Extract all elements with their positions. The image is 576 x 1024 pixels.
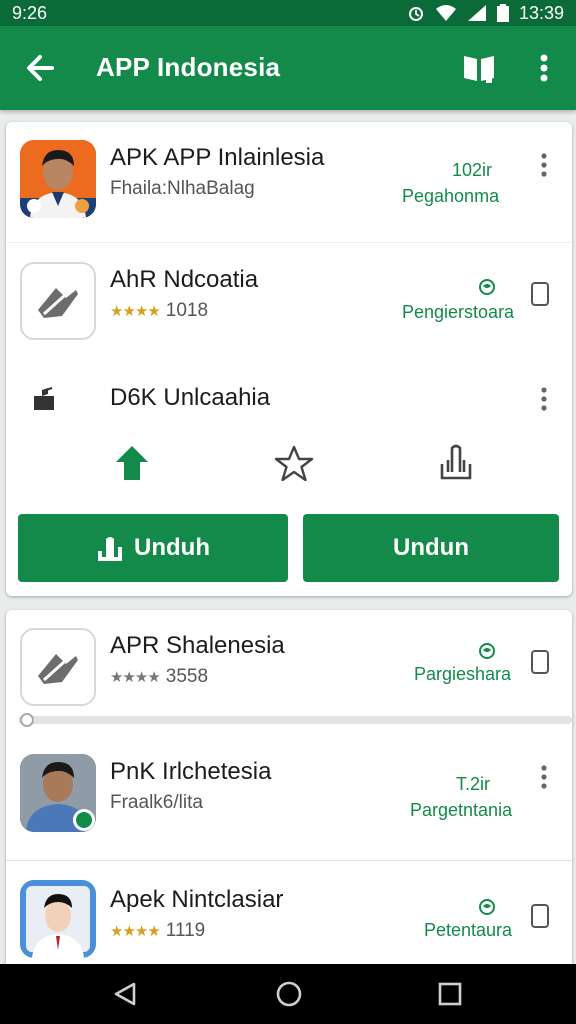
app-name: D6K Unlcaahia — [110, 384, 271, 411]
app-icon-person — [20, 140, 96, 218]
folder-upload-icon — [34, 387, 54, 410]
more-vert-icon[interactable] — [532, 50, 556, 86]
list-item[interactable]: AhR Ndcoatia ★★★★ 1018 Pengierstoara — [6, 242, 572, 352]
app-list-card-2: APR Shalenesia ★★★★ 3558 Pargieshara PnK … — [6, 610, 572, 970]
app-bar: APP Indonesia — [0, 26, 576, 110]
list-item[interactable]: APK APP Inlainlesia Fhaila:NlhaBalag 102… — [6, 122, 572, 232]
app-name: APK APP Inlainlesia — [110, 144, 325, 171]
select-checkbox[interactable] — [531, 904, 549, 928]
more-vert-icon[interactable] — [539, 152, 549, 178]
recents-nav-icon[interactable] — [438, 982, 462, 1006]
alarm-icon — [408, 7, 423, 21]
thumb-icon — [38, 654, 78, 684]
home-nav-icon[interactable] — [275, 980, 303, 1008]
rating-stars: ★★★★ — [110, 669, 161, 686]
download-button-left[interactable]: Unduh — [18, 514, 288, 582]
list-item-expanded[interactable]: D6K Unlcaahia — [6, 362, 572, 522]
app-name: APR Shalenesia — [110, 632, 285, 659]
thumb-icon — [38, 288, 78, 318]
select-checkbox[interactable] — [531, 650, 549, 674]
app-subtitle: Fhaila:NlhaBalag — [110, 178, 255, 199]
battery-icon — [496, 4, 509, 22]
app-rating: ★★★★ 1018 — [110, 300, 208, 322]
upload-arrow-icon[interactable] — [114, 442, 150, 482]
app-status-label: Pargieshara — [414, 664, 512, 684]
app-status-label: Petentaura — [424, 920, 513, 940]
download-progress-knob[interactable] — [20, 713, 34, 727]
status-bar: 9:26 13:39 — [0, 0, 576, 26]
status-icons: 13:39 — [407, 3, 564, 24]
download-button-label: Unduh — [134, 534, 210, 561]
download-button-right[interactable]: Undun — [303, 514, 559, 582]
globe-icon — [479, 899, 495, 915]
app-icon-generic — [20, 262, 96, 340]
rating-count: 1018 — [165, 300, 209, 321]
app-icon-generic — [20, 628, 96, 706]
app-status-label: Pegahonma — [402, 186, 500, 206]
app-icon-person — [20, 754, 96, 832]
rating-stars: ★★★★ — [110, 303, 161, 320]
list-item[interactable]: Apek Nintclasiar ★★★★ 1119 Petentaura — [6, 860, 572, 970]
list-item[interactable]: APR Shalenesia ★★★★ 3558 Pargieshara — [6, 610, 572, 710]
page-title: APP Indonesia — [96, 52, 281, 82]
rating-count: 3558 — [165, 666, 209, 687]
app-status-label: Pargetntania — [410, 800, 513, 820]
signal-icon — [467, 5, 486, 21]
app-name: PnK Irlchetesia — [110, 758, 272, 785]
app-rating: ★★★★ 1119 — [110, 920, 205, 942]
download-progress-track — [18, 716, 572, 724]
app-name: Apek Nintclasiar — [110, 886, 284, 913]
arrow-left-icon[interactable] — [22, 50, 58, 86]
hand-download-icon — [98, 537, 122, 561]
system-nav-bar — [0, 964, 576, 1024]
app-rating: ★★★★ 3558 — [110, 666, 208, 688]
select-checkbox[interactable] — [531, 282, 549, 306]
more-vert-icon[interactable] — [539, 386, 549, 412]
status-time-left: 9:26 — [12, 2, 48, 23]
status-time-right: 13:39 — [518, 2, 564, 23]
app-status-label: Pengierstoara — [402, 302, 515, 322]
download-button-label: Undun — [393, 534, 469, 561]
book-icon[interactable] — [462, 51, 496, 85]
globe-icon — [479, 279, 495, 295]
person-avatar-icon — [20, 754, 96, 832]
star-outline-icon[interactable] — [274, 444, 314, 482]
person-avatar-icon — [20, 140, 96, 218]
app-icon-person — [20, 880, 96, 958]
rating-count: 1119 — [165, 920, 206, 941]
list-item[interactable]: PnK Irlchetesia Fraalk6/lita T.2ir Parge… — [6, 740, 572, 860]
rating-stars: ★★★★ — [110, 923, 161, 940]
wifi-icon — [435, 5, 456, 21]
person-avatar-icon — [20, 880, 96, 958]
globe-icon — [479, 643, 495, 659]
app-name: AhR Ndcoatia — [110, 266, 259, 293]
app-size: 102ir — [452, 160, 493, 180]
back-nav-icon[interactable] — [112, 981, 138, 1007]
app-subtitle: Fraalk6/lita — [110, 792, 203, 813]
more-vert-icon[interactable] — [539, 764, 549, 790]
app-size: T.2ir — [456, 774, 491, 794]
app-list-card-1: APK APP Inlainlesia Fhaila:NlhaBalag 102… — [6, 122, 572, 596]
hand-icon[interactable] — [436, 442, 476, 482]
